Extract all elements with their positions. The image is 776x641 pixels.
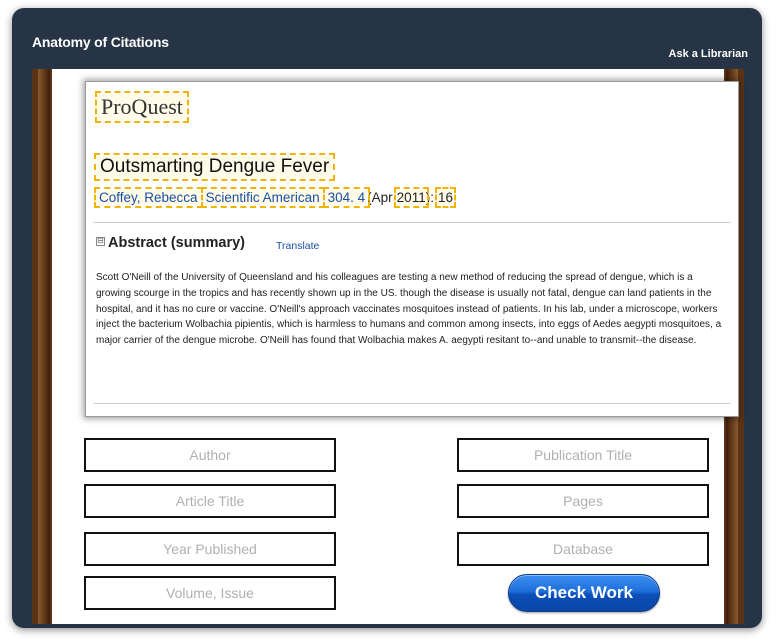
author-drop-target[interactable]: Author: [84, 438, 336, 472]
translate-link[interactable]: Translate: [276, 240, 319, 252]
author-hotspot[interactable]: Coffey, Rebecca: [94, 187, 203, 208]
divider: [94, 403, 730, 404]
database-drop-target[interactable]: Database: [457, 532, 709, 566]
year-hotspot[interactable]: 2011: [393, 187, 429, 208]
divider: [94, 222, 730, 223]
pages-hotspot[interactable]: 16: [434, 187, 456, 208]
volume-issue-hotspot[interactable]: 304. 4: [322, 187, 371, 208]
abstract-text: Scott O'Neill of the University of Queen…: [96, 272, 722, 347]
volume-issue-drop-target[interactable]: Volume, Issue: [84, 576, 336, 610]
app-title: Anatomy of Citations: [32, 34, 169, 50]
citation-line: Coffey, Rebecca Scientific American 304. 4…: [94, 187, 456, 208]
activity-area: ProQuest Outsmarting Dengue Fever Coffey…: [32, 69, 744, 624]
abstract-heading-text: Abstract (summary): [108, 235, 245, 251]
abstract-heading: ⊟ Abstract (summary): [96, 235, 245, 251]
collapse-icon[interactable]: ⊟: [96, 237, 105, 246]
year-published-drop-target[interactable]: Year Published: [84, 532, 336, 566]
pages-drop-target[interactable]: Pages: [457, 484, 709, 518]
check-work-button[interactable]: Check Work: [508, 574, 660, 612]
publication-hotspot[interactable]: Scientific American: [200, 187, 325, 208]
app-window: Anatomy of Citations Ask a Librarian Pro…: [12, 8, 762, 628]
colon-text: ):: [425, 190, 434, 205]
database-hotspot[interactable]: ProQuest: [95, 91, 189, 123]
article-title-drop-target[interactable]: Article Title: [84, 484, 336, 518]
ask-librarian-link[interactable]: Ask a Librarian: [669, 48, 748, 60]
publication-title-drop-target[interactable]: Publication Title: [457, 438, 709, 472]
article-title-hotspot[interactable]: Outsmarting Dengue Fever: [93, 153, 336, 181]
citation-record: ProQuest Outsmarting Dengue Fever Coffey…: [85, 81, 739, 417]
date-prefix: (Apr: [367, 190, 393, 205]
